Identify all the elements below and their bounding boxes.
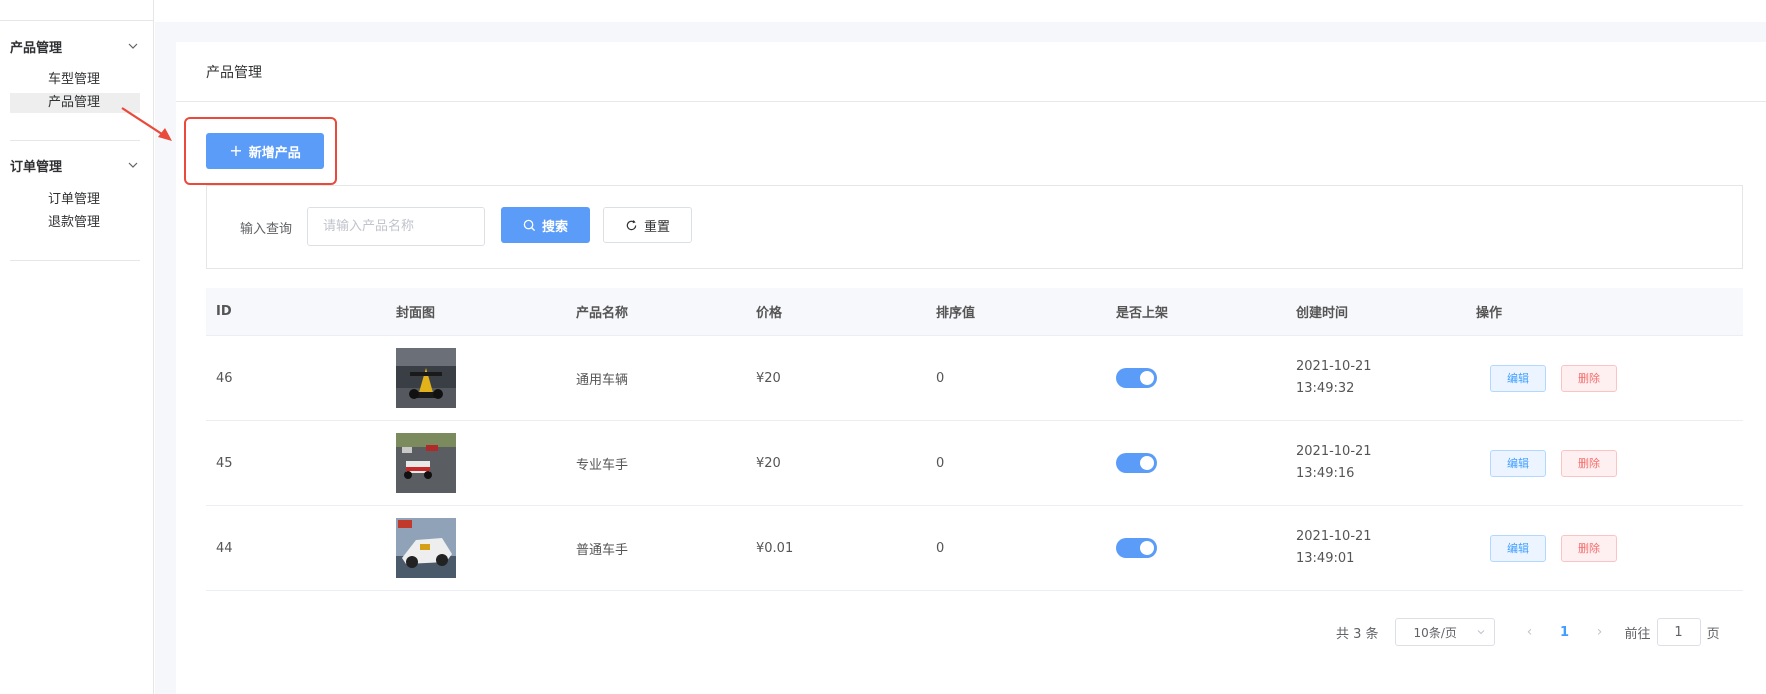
created-time: 13:49:16 <box>1296 466 1355 481</box>
created-date: 2021-10-21 <box>1296 444 1372 459</box>
listed-toggle[interactable] <box>1116 453 1157 473</box>
next-page-button[interactable]: › <box>1585 624 1615 640</box>
table-header: ID 封面图 产品名称 价格 排序值 是否上架 创建时间 操作 <box>206 288 1743 336</box>
page-size-select[interactable]: 10条/页 <box>1394 618 1495 646</box>
table-row: 46 通用车辆 ¥20 0 2021-10-21 13:49:32 编辑 删除 <box>206 336 1743 421</box>
search-icon <box>523 219 536 231</box>
search-input[interactable] <box>307 207 485 246</box>
col-header-listed: 是否上架 <box>1116 306 1169 321</box>
sidebar-item-orders[interactable]: 订单管理 <box>10 190 140 210</box>
cell-name: 通用车辆 <box>576 372 629 388</box>
search-button-label: 搜索 <box>541 219 568 235</box>
cell-id: 45 <box>216 455 233 471</box>
page-title: 产品管理 <box>206 65 262 81</box>
created-date: 2021-10-21 <box>1296 529 1372 544</box>
add-product-label: 新增产品 <box>248 145 301 161</box>
pagination-total: 共 3 条 <box>1336 626 1379 642</box>
created-time: 13:49:32 <box>1296 381 1355 396</box>
sidebar-top-divider <box>0 20 154 21</box>
col-header-sort: 排序值 <box>936 306 976 321</box>
created-time: 13:49:01 <box>1296 551 1355 566</box>
cell-id: 44 <box>216 540 233 556</box>
edit-button[interactable]: 编辑 <box>1490 449 1546 477</box>
delete-button[interactable]: 删除 <box>1561 364 1617 392</box>
cell-name: 专业车手 <box>576 457 629 473</box>
sidebar-item-refunds[interactable]: 退款管理 <box>10 213 140 233</box>
sidebar-divider <box>10 260 140 261</box>
pagination: 共 3 条 10条/页 ‹ 1 › 前往 页 <box>1336 617 1720 647</box>
chevron-down-icon <box>1477 630 1484 635</box>
cell-listed <box>1106 453 1286 473</box>
col-header-name: 产品名称 <box>576 306 629 321</box>
chevron-down-icon <box>128 162 138 168</box>
cover-image[interactable] <box>396 518 456 578</box>
reset-button[interactable]: 重置 <box>603 207 692 243</box>
toggle-knob <box>1140 541 1154 555</box>
product-table: ID 封面图 产品名称 价格 排序值 是否上架 创建时间 操作 46 通用车辆 … <box>206 288 1743 591</box>
goto-page-input[interactable] <box>1656 618 1701 646</box>
col-header-cover: 封面图 <box>396 306 436 321</box>
search-button[interactable]: 搜索 <box>501 207 590 243</box>
sidebar-group-label: 产品管理 <box>10 40 63 56</box>
reset-button-label: 重置 <box>643 219 670 235</box>
goto-suffix: 页 <box>1706 626 1720 642</box>
cell-cover <box>386 348 566 408</box>
sidebar-group-label: 订单管理 <box>10 159 63 175</box>
add-product-button[interactable]: + 新增产品 <box>206 133 324 169</box>
edit-button[interactable]: 编辑 <box>1490 534 1546 562</box>
cell-cover <box>386 433 566 493</box>
table-row: 44 普通车手 ¥0.01 0 2021-10-21 13:49:01 编辑 删… <box>206 506 1743 591</box>
col-header-actions: 操作 <box>1476 306 1503 321</box>
cell-actions: 编辑 删除 <box>1466 534 1743 562</box>
search-label: 输入查询 <box>240 222 293 237</box>
listed-toggle[interactable] <box>1116 368 1157 388</box>
chevron-down-icon <box>128 43 138 49</box>
listed-toggle[interactable] <box>1116 538 1157 558</box>
col-header-id: ID <box>216 304 232 319</box>
card-divider <box>176 101 1766 102</box>
content-card: 产品管理 + 新增产品 输入查询 搜索 重置 ID 封面图 产品名称 <box>176 42 1766 694</box>
delete-button[interactable]: 删除 <box>1561 534 1617 562</box>
search-panel: 输入查询 搜索 重置 <box>206 185 1743 269</box>
cell-listed <box>1106 368 1286 388</box>
page-size-value: 10条/页 <box>1413 625 1457 640</box>
cell-cover <box>386 518 566 578</box>
goto-prefix: 前往 <box>1624 626 1651 642</box>
sidebar-item-car-types[interactable]: 车型管理 <box>10 70 140 90</box>
table-row: 45 专业车手 ¥20 0 2021-10-21 13:49:16 编辑 删除 <box>206 421 1743 506</box>
cell-created: 2021-10-21 13:49:32 <box>1286 356 1466 400</box>
sidebar-group-product[interactable]: 产品管理 <box>10 34 140 58</box>
prev-page-button[interactable]: ‹ <box>1515 624 1545 640</box>
top-bar <box>155 0 1766 22</box>
cell-actions: 编辑 删除 <box>1466 364 1743 392</box>
cell-price: ¥20 <box>756 455 781 471</box>
toggle-knob <box>1140 456 1154 470</box>
edit-button[interactable]: 编辑 <box>1490 364 1546 392</box>
cover-image[interactable] <box>396 348 456 408</box>
cell-created: 2021-10-21 13:49:01 <box>1286 526 1466 570</box>
col-header-created: 创建时间 <box>1296 306 1349 321</box>
toggle-knob <box>1140 371 1154 385</box>
cell-listed <box>1106 538 1286 558</box>
cell-name: 普通车手 <box>576 542 629 558</box>
annotation-arrow-icon <box>121 107 172 141</box>
cell-sort: 0 <box>936 455 945 471</box>
delete-button[interactable]: 删除 <box>1561 449 1617 477</box>
cell-actions: 编辑 删除 <box>1466 449 1743 477</box>
cover-image[interactable] <box>396 433 456 493</box>
sidebar-group-orders[interactable]: 订单管理 <box>10 153 140 177</box>
col-header-price: 价格 <box>756 306 783 321</box>
cell-created: 2021-10-21 13:49:16 <box>1286 441 1466 485</box>
cell-price: ¥20 <box>756 370 781 386</box>
cell-price: ¥0.01 <box>756 540 794 556</box>
refresh-icon <box>626 219 637 230</box>
page-number-current[interactable]: 1 <box>1545 625 1585 640</box>
plus-icon: + <box>229 141 243 160</box>
created-date: 2021-10-21 <box>1296 359 1372 374</box>
cell-id: 46 <box>216 370 233 386</box>
cell-sort: 0 <box>936 370 945 386</box>
cell-sort: 0 <box>936 540 945 556</box>
